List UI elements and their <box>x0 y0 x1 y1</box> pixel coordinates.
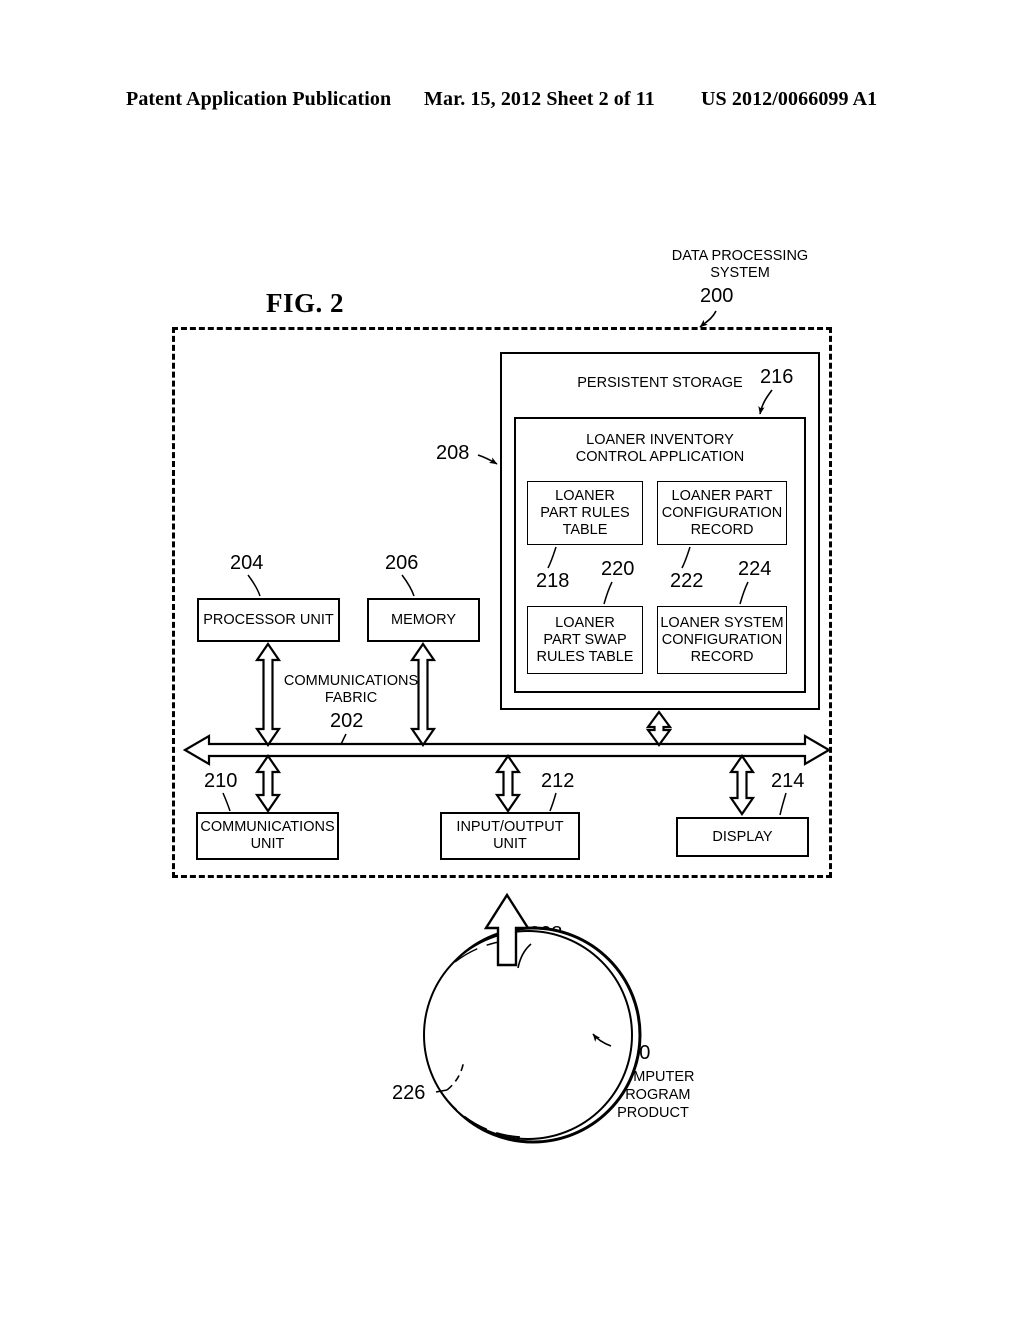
ref-210: 210 <box>204 770 238 792</box>
figure-label: FIG. 2 <box>266 288 345 318</box>
ref-200: 200 <box>700 285 734 307</box>
ref-202: 202 <box>330 710 364 732</box>
leader-230 <box>592 1033 612 1047</box>
computer-readable-media-label: COMPUTER READABLE MEDIA <box>493 981 577 1033</box>
ref-228: 228 <box>529 923 563 945</box>
data-processing-system-caption: DATA PROCESSING SYSTEM <box>671 248 809 281</box>
processor-unit-block: PROCESSOR UNIT <box>197 598 340 642</box>
loaner-system-configuration-record-block: LOANER SYSTEM CONFIGURATION RECORD <box>657 606 787 674</box>
display-block: DISPLAY <box>676 817 809 857</box>
ref-224: 224 <box>738 558 772 580</box>
computer-program-product-label: COMPUTER PROGRAM PRODUCT <box>611 1069 695 1121</box>
leader-226 <box>435 1059 465 1093</box>
ref-226: 226 <box>392 1082 426 1104</box>
header-date-sheet: Mar. 15, 2012 Sheet 2 of 11 <box>424 88 655 110</box>
loaner-inventory-control-application-label: LOANER INVENTORY CONTROL APPLICATION <box>575 432 745 465</box>
leader-228 <box>517 943 532 969</box>
ref-212: 212 <box>541 770 575 792</box>
ref-208: 208 <box>436 442 470 464</box>
patent-figure-page: Patent Application Publication Mar. 15, … <box>0 0 1024 1320</box>
program-code-block: PROGRAM CODE <box>464 1043 554 1089</box>
communications-unit-block: COMMUNICATIONS UNIT <box>196 812 339 860</box>
ref-220: 220 <box>601 558 635 580</box>
ref-230: 230 <box>617 1042 651 1064</box>
input-output-unit-block: INPUT/OUTPUT UNIT <box>440 812 580 860</box>
persistent-storage-label: PERSISTENT STORAGE <box>577 375 743 391</box>
ref-204: 204 <box>230 552 264 574</box>
ref-218: 218 <box>536 570 570 592</box>
loaner-part-swap-rules-table-block: LOANER PART SWAP RULES TABLE <box>527 606 643 674</box>
loaner-part-configuration-record-block: LOANER PART CONFIGURATION RECORD <box>657 481 787 545</box>
page-header: Patent Application Publication Mar. 15, … <box>0 88 1024 114</box>
leader-200 <box>699 310 717 328</box>
memory-block: MEMORY <box>367 598 480 642</box>
header-publication: Patent Application Publication <box>126 88 392 110</box>
header-patent-number: US 2012/0066099 A1 <box>701 88 878 110</box>
arrow-media-to-input-output-unit <box>483 892 531 967</box>
ref-222: 222 <box>670 570 704 592</box>
loaner-part-rules-table-block: LOANER PART RULES TABLE <box>527 481 643 545</box>
ref-206: 206 <box>385 552 419 574</box>
ref-214: 214 <box>771 770 805 792</box>
communications-fabric-label: COMMUNICATIONS FABRIC <box>283 673 419 706</box>
ref-216: 216 <box>760 366 794 388</box>
